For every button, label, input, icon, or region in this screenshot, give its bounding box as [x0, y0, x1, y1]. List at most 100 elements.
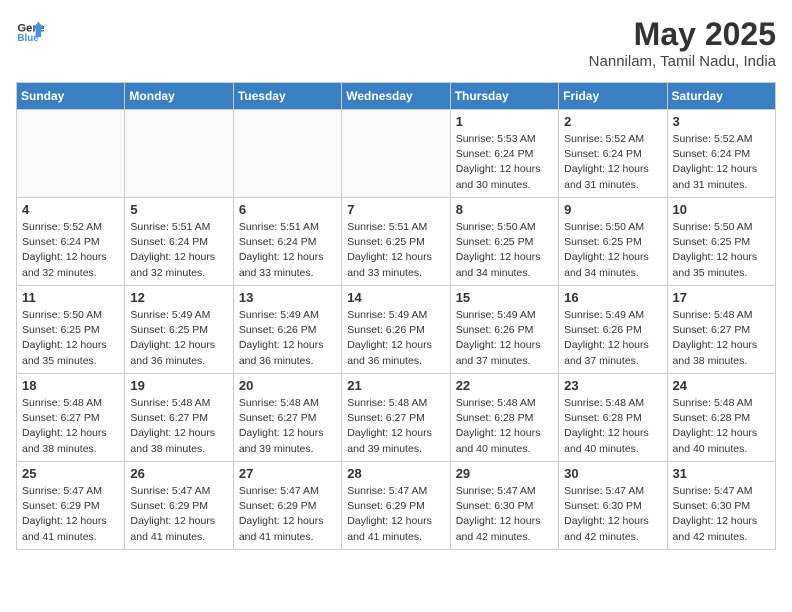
- table-row: 6 Sunrise: 5:51 AMSunset: 6:24 PMDaylight…: [233, 198, 341, 286]
- day-number: 6: [239, 202, 336, 217]
- header-wednesday: Wednesday: [342, 83, 450, 110]
- table-row: 19 Sunrise: 5:48 AMSunset: 6:27 PMDayligh…: [125, 374, 233, 462]
- day-number: 12: [130, 290, 227, 305]
- title-area: May 2025 Nannilam, Tamil Nadu, India: [589, 16, 776, 70]
- calendar-week-row: 11 Sunrise: 5:50 AMSunset: 6:25 PMDayligh…: [17, 286, 776, 374]
- header: General Blue May 2025 Nannilam, Tamil Na…: [16, 16, 776, 70]
- day-info: Sunrise: 5:48 AMSunset: 6:28 PMDaylight:…: [673, 396, 770, 457]
- table-row: 17 Sunrise: 5:48 AMSunset: 6:27 PMDayligh…: [667, 286, 775, 374]
- day-info: Sunrise: 5:50 AMSunset: 6:25 PMDaylight:…: [456, 220, 553, 281]
- day-number: 14: [347, 290, 444, 305]
- table-row: 3 Sunrise: 5:52 AMSunset: 6:24 PMDaylight…: [667, 110, 775, 198]
- day-info: Sunrise: 5:48 AMSunset: 6:27 PMDaylight:…: [130, 396, 227, 457]
- day-number: 27: [239, 466, 336, 481]
- day-number: 22: [456, 378, 553, 393]
- month-year: May 2025: [589, 16, 776, 53]
- day-number: 16: [564, 290, 661, 305]
- day-number: 8: [456, 202, 553, 217]
- day-info: Sunrise: 5:50 AMSunset: 6:25 PMDaylight:…: [673, 220, 770, 281]
- table-row: 14 Sunrise: 5:49 AMSunset: 6:26 PMDayligh…: [342, 286, 450, 374]
- table-row: [17, 110, 125, 198]
- table-row: 25 Sunrise: 5:47 AMSunset: 6:29 PMDayligh…: [17, 462, 125, 550]
- table-row: 27 Sunrise: 5:47 AMSunset: 6:29 PMDayligh…: [233, 462, 341, 550]
- table-row: 21 Sunrise: 5:48 AMSunset: 6:27 PMDayligh…: [342, 374, 450, 462]
- day-info: Sunrise: 5:50 AMSunset: 6:25 PMDaylight:…: [22, 308, 119, 369]
- day-number: 30: [564, 466, 661, 481]
- calendar: Sunday Monday Tuesday Wednesday Thursday…: [16, 82, 776, 550]
- table-row: 28 Sunrise: 5:47 AMSunset: 6:29 PMDayligh…: [342, 462, 450, 550]
- day-info: Sunrise: 5:48 AMSunset: 6:27 PMDaylight:…: [673, 308, 770, 369]
- day-number: 19: [130, 378, 227, 393]
- day-info: Sunrise: 5:47 AMSunset: 6:29 PMDaylight:…: [347, 484, 444, 545]
- day-number: 21: [347, 378, 444, 393]
- day-info: Sunrise: 5:49 AMSunset: 6:25 PMDaylight:…: [130, 308, 227, 369]
- day-number: 25: [22, 466, 119, 481]
- day-info: Sunrise: 5:48 AMSunset: 6:27 PMDaylight:…: [22, 396, 119, 457]
- day-info: Sunrise: 5:47 AMSunset: 6:29 PMDaylight:…: [239, 484, 336, 545]
- day-info: Sunrise: 5:51 AMSunset: 6:24 PMDaylight:…: [239, 220, 336, 281]
- table-row: 31Sunrise: 5:47 AMSunset: 6:30 PMDayligh…: [667, 462, 775, 550]
- table-row: 15Sunrise: 5:49 AMSunset: 6:26 PMDayligh…: [450, 286, 558, 374]
- day-number: 11: [22, 290, 119, 305]
- table-row: 26 Sunrise: 5:47 AMSunset: 6:29 PMDayligh…: [125, 462, 233, 550]
- day-info: Sunrise: 5:50 AMSunset: 6:25 PMDaylight:…: [564, 220, 661, 281]
- day-number: 24: [673, 378, 770, 393]
- day-number: 10: [673, 202, 770, 217]
- header-sunday: Sunday: [17, 83, 125, 110]
- table-row: 29Sunrise: 5:47 AMSunset: 6:30 PMDayligh…: [450, 462, 558, 550]
- day-info: Sunrise: 5:47 AMSunset: 6:29 PMDaylight:…: [22, 484, 119, 545]
- day-info: Sunrise: 5:47 AMSunset: 6:30 PMDaylight:…: [564, 484, 661, 545]
- table-row: 23Sunrise: 5:48 AMSunset: 6:28 PMDayligh…: [559, 374, 667, 462]
- day-number: 5: [130, 202, 227, 217]
- location: Nannilam, Tamil Nadu, India: [589, 53, 776, 70]
- table-row: 8 Sunrise: 5:50 AMSunset: 6:25 PMDaylight…: [450, 198, 558, 286]
- calendar-week-row: 4 Sunrise: 5:52 AMSunset: 6:24 PMDaylight…: [17, 198, 776, 286]
- day-info: Sunrise: 5:49 AMSunset: 6:26 PMDaylight:…: [564, 308, 661, 369]
- day-info: Sunrise: 5:49 AMSunset: 6:26 PMDaylight:…: [456, 308, 553, 369]
- table-row: 16 Sunrise: 5:49 AMSunset: 6:26 PMDayligh…: [559, 286, 667, 374]
- logo-icon: General Blue: [16, 16, 44, 44]
- table-row: 11 Sunrise: 5:50 AMSunset: 6:25 PMDayligh…: [17, 286, 125, 374]
- calendar-header-row: Sunday Monday Tuesday Wednesday Thursday…: [17, 83, 776, 110]
- header-saturday: Saturday: [667, 83, 775, 110]
- day-info: Sunrise: 5:52 AMSunset: 6:24 PMDaylight:…: [673, 132, 770, 193]
- day-number: 2: [564, 114, 661, 129]
- day-number: 1: [456, 114, 553, 129]
- table-row: [233, 110, 341, 198]
- day-info: Sunrise: 5:52 AMSunset: 6:24 PMDaylight:…: [564, 132, 661, 193]
- table-row: 2 Sunrise: 5:52 AMSunset: 6:24 PMDaylight…: [559, 110, 667, 198]
- calendar-week-row: 18 Sunrise: 5:48 AMSunset: 6:27 PMDayligh…: [17, 374, 776, 462]
- header-monday: Monday: [125, 83, 233, 110]
- header-tuesday: Tuesday: [233, 83, 341, 110]
- day-info: Sunrise: 5:53 AMSunset: 6:24 PMDaylight:…: [456, 132, 553, 193]
- day-number: 26: [130, 466, 227, 481]
- day-info: Sunrise: 5:48 AMSunset: 6:27 PMDaylight:…: [347, 396, 444, 457]
- table-row: [125, 110, 233, 198]
- day-info: Sunrise: 5:47 AMSunset: 6:29 PMDaylight:…: [130, 484, 227, 545]
- day-number: 9: [564, 202, 661, 217]
- day-number: 18: [22, 378, 119, 393]
- table-row: 1 Sunrise: 5:53 AMSunset: 6:24 PMDaylight…: [450, 110, 558, 198]
- day-number: 4: [22, 202, 119, 217]
- day-info: Sunrise: 5:51 AMSunset: 6:25 PMDaylight:…: [347, 220, 444, 281]
- table-row: 30 Sunrise: 5:47 AMSunset: 6:30 PMDayligh…: [559, 462, 667, 550]
- table-row: 13Sunrise: 5:49 AMSunset: 6:26 PMDayligh…: [233, 286, 341, 374]
- table-row: 18 Sunrise: 5:48 AMSunset: 6:27 PMDayligh…: [17, 374, 125, 462]
- table-row: 4 Sunrise: 5:52 AMSunset: 6:24 PMDaylight…: [17, 198, 125, 286]
- day-number: 17: [673, 290, 770, 305]
- day-number: 13: [239, 290, 336, 305]
- day-info: Sunrise: 5:52 AMSunset: 6:24 PMDaylight:…: [22, 220, 119, 281]
- calendar-week-row: 25 Sunrise: 5:47 AMSunset: 6:29 PMDayligh…: [17, 462, 776, 550]
- table-row: 7Sunrise: 5:51 AMSunset: 6:25 PMDaylight…: [342, 198, 450, 286]
- day-info: Sunrise: 5:49 AMSunset: 6:26 PMDaylight:…: [347, 308, 444, 369]
- day-number: 28: [347, 466, 444, 481]
- day-number: 20: [239, 378, 336, 393]
- table-row: 5Sunrise: 5:51 AMSunset: 6:24 PMDaylight…: [125, 198, 233, 286]
- header-thursday: Thursday: [450, 83, 558, 110]
- table-row: 22 Sunrise: 5:48 AMSunset: 6:28 PMDayligh…: [450, 374, 558, 462]
- day-info: Sunrise: 5:47 AMSunset: 6:30 PMDaylight:…: [673, 484, 770, 545]
- day-number: 3: [673, 114, 770, 129]
- logo: General Blue: [16, 16, 44, 44]
- day-info: Sunrise: 5:48 AMSunset: 6:28 PMDaylight:…: [456, 396, 553, 457]
- table-row: [342, 110, 450, 198]
